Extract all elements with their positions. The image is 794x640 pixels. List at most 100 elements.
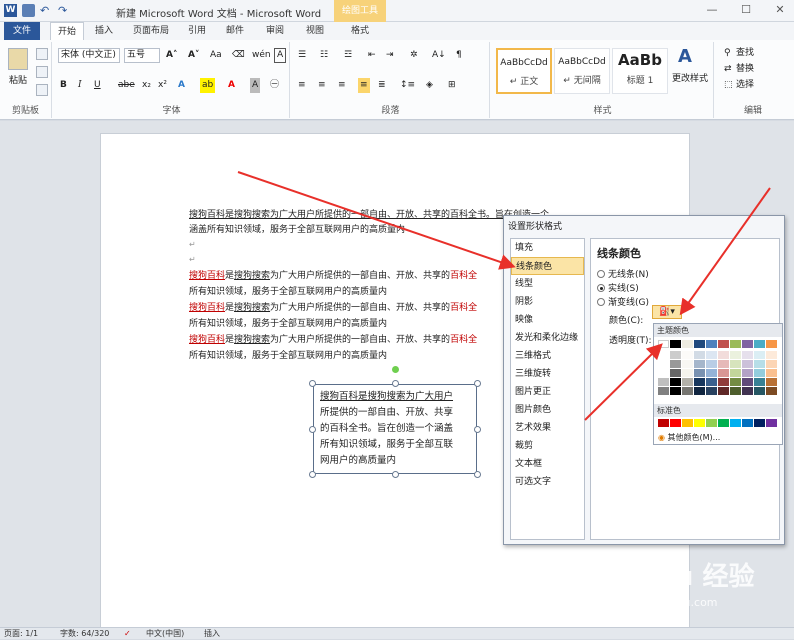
subscript-icon[interactable]: x₂ — [142, 78, 151, 93]
align-left-icon[interactable]: ≡ — [298, 78, 306, 93]
standard-color-swatch[interactable] — [658, 419, 669, 427]
tab-mailings[interactable]: 邮件 — [220, 22, 250, 40]
theme-shade-swatch[interactable] — [766, 378, 777, 386]
format-shape-dialog[interactable]: 设置形状格式 填充 线条颜色 线型 阴影 映像 发光和柔化边缘 三维格式 三维旋… — [503, 215, 785, 545]
radio-no-line-dot[interactable] — [597, 269, 605, 278]
theme-shade-swatch[interactable] — [670, 360, 681, 368]
chinese-layout-icon[interactable]: ✲ — [410, 48, 418, 63]
theme-shade-swatch[interactable] — [718, 360, 729, 368]
theme-shade-swatch[interactable] — [766, 369, 777, 377]
standard-color-swatch[interactable] — [766, 419, 777, 427]
more-colors-link[interactable]: ◉ 其他颜色(M)... — [658, 432, 720, 443]
style-no-spacing[interactable]: AaBbCcDd ↵ 无间隔 — [554, 48, 610, 94]
font-name-combo[interactable]: 宋体 (中文正) — [58, 48, 120, 63]
tab-home[interactable]: 开始 — [50, 22, 84, 40]
paragraph-1-line2[interactable]: 涵盖所有知识领域，服务于全部互联网用户的高质量内 — [189, 223, 405, 238]
nav-reflection[interactable]: 映像 — [511, 311, 584, 329]
resize-handle-e[interactable] — [474, 426, 481, 433]
resize-handle-s[interactable] — [392, 471, 399, 478]
paste-icon[interactable] — [8, 48, 28, 70]
close-button[interactable]: ✕ — [764, 2, 794, 18]
theme-color-swatch[interactable] — [706, 340, 717, 348]
theme-shade-swatch[interactable] — [682, 378, 693, 386]
maximize-button[interactable]: ☐ — [730, 2, 762, 18]
find-button[interactable]: 查找 — [736, 46, 754, 61]
radio-solid-line[interactable]: 实线(S) — [597, 281, 639, 294]
resize-handle-sw[interactable] — [309, 471, 316, 478]
theme-shade-swatch[interactable] — [670, 387, 681, 395]
theme-shade-swatch[interactable] — [670, 378, 681, 386]
standard-color-swatch[interactable] — [670, 419, 681, 427]
increase-indent-icon[interactable]: ⇥ — [386, 48, 394, 63]
nav-crop[interactable]: 裁剪 — [511, 437, 584, 455]
standard-color-swatch[interactable] — [694, 419, 705, 427]
undo-icon[interactable]: ↶ — [40, 4, 53, 17]
theme-shade-swatch[interactable] — [718, 387, 729, 395]
theme-color-swatch[interactable] — [682, 340, 693, 348]
theme-shade-swatch[interactable] — [682, 369, 693, 377]
nav-3d-rotation[interactable]: 三维旋转 — [511, 365, 584, 383]
theme-shade-swatch[interactable] — [718, 378, 729, 386]
radio-no-line[interactable]: 无线条(N) — [597, 267, 649, 280]
replace-icon[interactable]: ⇄ — [724, 62, 732, 77]
tab-insert[interactable]: 插入 — [88, 22, 120, 40]
shading-icon[interactable]: ◈ — [426, 78, 433, 93]
standard-color-swatch[interactable] — [742, 419, 753, 427]
standard-color-swatch[interactable] — [754, 419, 765, 427]
theme-shade-swatch[interactable] — [730, 387, 741, 395]
nav-glow-soft-edges[interactable]: 发光和柔化边缘 — [511, 329, 584, 347]
line-spacing-icon[interactable]: ↕≡ — [400, 78, 415, 93]
repeat-paragraph-1[interactable]: 搜狗百科是搜狗搜索为广大用户所提供的一部自由、开放、共享的百科全 — [189, 269, 477, 284]
theme-shade-swatch[interactable] — [742, 360, 753, 368]
change-case-icon[interactable]: Aa — [210, 48, 222, 63]
theme-shade-swatch[interactable] — [694, 387, 705, 395]
borders-icon[interactable]: ⊞ — [448, 78, 456, 93]
theme-shade-swatch[interactable] — [754, 360, 765, 368]
status-page[interactable]: 页面: 1/1 — [4, 628, 38, 640]
theme-shade-swatch[interactable] — [670, 351, 681, 359]
theme-color-swatch[interactable] — [694, 340, 705, 348]
theme-shade-swatch[interactable] — [694, 360, 705, 368]
theme-shade-swatch[interactable] — [742, 351, 753, 359]
theme-color-swatch[interactable] — [670, 340, 681, 348]
resize-handle-se[interactable] — [474, 471, 481, 478]
shrink-font-icon[interactable]: A˅ — [188, 48, 199, 63]
numbering-icon[interactable]: ☷ — [320, 48, 328, 63]
theme-color-swatch[interactable] — [754, 340, 765, 348]
theme-shade-swatch[interactable] — [658, 360, 669, 368]
multilevel-list-icon[interactable]: ☲ — [344, 48, 352, 63]
theme-color-swatch[interactable] — [730, 340, 741, 348]
clear-format-icon[interactable]: ⌫ — [232, 48, 245, 63]
theme-shade-swatch[interactable] — [766, 351, 777, 359]
grow-font-icon[interactable]: A˄ — [166, 48, 177, 63]
justify-icon[interactable]: ≡ — [358, 78, 370, 93]
nav-3d-format[interactable]: 三维格式 — [511, 347, 584, 365]
theme-shade-swatch[interactable] — [730, 351, 741, 359]
show-marks-icon[interactable]: ¶ — [456, 48, 462, 63]
selected-textbox[interactable]: 搜狗百科是搜狗搜索为广大用户 所提供的一部自由、开放、共享 的百科全书。旨在创造… — [313, 384, 477, 474]
radio-gradient-line[interactable]: 渐变线(G) — [597, 295, 649, 308]
nav-picture-corrections[interactable]: 图片更正 — [511, 383, 584, 401]
status-words[interactable]: 字数: 64/320 — [60, 628, 109, 640]
standard-color-swatch[interactable] — [718, 419, 729, 427]
standard-color-swatch[interactable] — [706, 419, 717, 427]
italic-icon[interactable]: I — [78, 78, 82, 93]
repeat-paragraph-3[interactable]: 搜狗百科是搜狗搜索为广大用户所提供的一部自由、开放、共享的百科全 — [189, 333, 477, 348]
replace-button[interactable]: 替换 — [736, 62, 754, 77]
status-language[interactable]: 中文(中国) — [146, 628, 184, 640]
tab-view[interactable]: 视图 — [300, 22, 330, 40]
redo-icon[interactable]: ↷ — [58, 4, 71, 17]
theme-color-swatch[interactable] — [718, 340, 729, 348]
change-styles-button[interactable]: 更改样式 — [672, 72, 708, 87]
find-icon[interactable]: ⚲ — [724, 46, 731, 61]
nav-line-color[interactable]: 线条颜色 — [511, 257, 584, 275]
theme-color-swatch[interactable] — [658, 340, 669, 348]
phonetic-icon[interactable]: wén — [252, 48, 271, 63]
highlight-icon[interactable]: ab — [200, 78, 216, 93]
resize-handle-n[interactable] — [392, 380, 399, 387]
standard-color-swatch[interactable] — [730, 419, 741, 427]
theme-shade-swatch[interactable] — [694, 378, 705, 386]
repeat-paragraph-3-line2[interactable]: 所有知识领域，服务于全部互联网用户的高质量内 — [189, 349, 387, 364]
align-right-icon[interactable]: ≡ — [338, 78, 346, 93]
tab-references[interactable]: 引用 — [182, 22, 212, 40]
